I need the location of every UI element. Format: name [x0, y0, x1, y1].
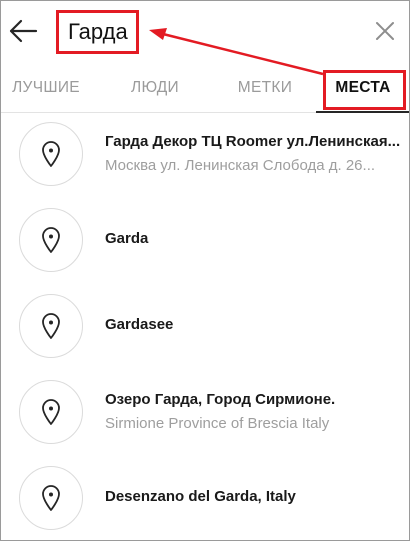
arrow-left-icon: [9, 19, 38, 43]
tab-label: МЕТКИ: [237, 79, 293, 96]
place-subtitle: Москва ул. Ленинская Слобода д. 26...: [105, 157, 376, 174]
tab-label: ЛУЧШИЕ: [12, 79, 80, 96]
list-item[interactable]: Озеро Гарда, Город Сирмионе. Sirmione Pr…: [1, 372, 409, 458]
place-title: Desenzano del Garda, Italy: [105, 488, 296, 505]
list-item[interactable]: Garda: [1, 200, 409, 286]
place-subtitle: Sirmione Province of Brescia Italy: [105, 415, 330, 432]
tab-places[interactable]: МЕСТА: [321, 63, 405, 113]
place-title: Gardasee: [105, 316, 174, 333]
results-list: Гарда Декор ТЦ Roomer ул.Ленинская... Мо…: [1, 114, 409, 540]
place-avatar: [19, 466, 83, 530]
tab-tags[interactable]: МЕТКИ: [223, 63, 307, 113]
screen: ЛУЧШИЕ ЛЮДИ МЕТКИ МЕСТА Гарда Де: [0, 0, 410, 541]
tab-people[interactable]: ЛЮДИ: [113, 63, 197, 113]
back-button[interactable]: [5, 13, 41, 49]
place-avatar: [19, 294, 83, 358]
close-icon: [376, 22, 394, 40]
search-bar: [1, 1, 409, 63]
tab-label: МЕСТА: [335, 79, 391, 96]
list-item[interactable]: Desenzano del Garda, Italy: [1, 458, 409, 540]
location-pin-icon: [42, 141, 60, 167]
list-item-text: Озеро Гарда, Город Сирмионе. Sirmione Pr…: [105, 391, 403, 433]
search-tabs: ЛУЧШИЕ ЛЮДИ МЕТКИ МЕСТА: [1, 63, 409, 113]
place-avatar: [19, 380, 83, 444]
location-pin-icon: [42, 227, 60, 253]
list-item-text: Gardasee: [105, 316, 403, 334]
list-item-text: Гарда Декор ТЦ Roomer ул.Ленинская... Мо…: [105, 133, 403, 175]
clear-search-button[interactable]: [369, 15, 401, 47]
search-input[interactable]: [59, 13, 136, 51]
location-pin-icon: [42, 485, 60, 511]
place-title: Озеро Гарда, Город Сирмионе.: [105, 391, 336, 408]
list-item[interactable]: Гарда Декор ТЦ Roomer ул.Ленинская... Мо…: [1, 114, 409, 200]
list-item-text: Desenzano del Garda, Italy: [105, 488, 403, 506]
tab-label: ЛЮДИ: [131, 79, 179, 96]
tab-best[interactable]: ЛУЧШИЕ: [5, 63, 87, 113]
search-field-highlight: [56, 10, 139, 54]
place-avatar: [19, 208, 83, 272]
location-pin-icon: [42, 399, 60, 425]
place-title: Гарда Декор ТЦ Roomer ул.Ленинская...: [105, 133, 401, 150]
list-item[interactable]: Gardasee: [1, 286, 409, 372]
active-tab-indicator: [316, 111, 409, 113]
place-title: Garda: [105, 230, 149, 247]
place-avatar: [19, 122, 83, 186]
list-item-text: Garda: [105, 230, 403, 248]
location-pin-icon: [42, 313, 60, 339]
